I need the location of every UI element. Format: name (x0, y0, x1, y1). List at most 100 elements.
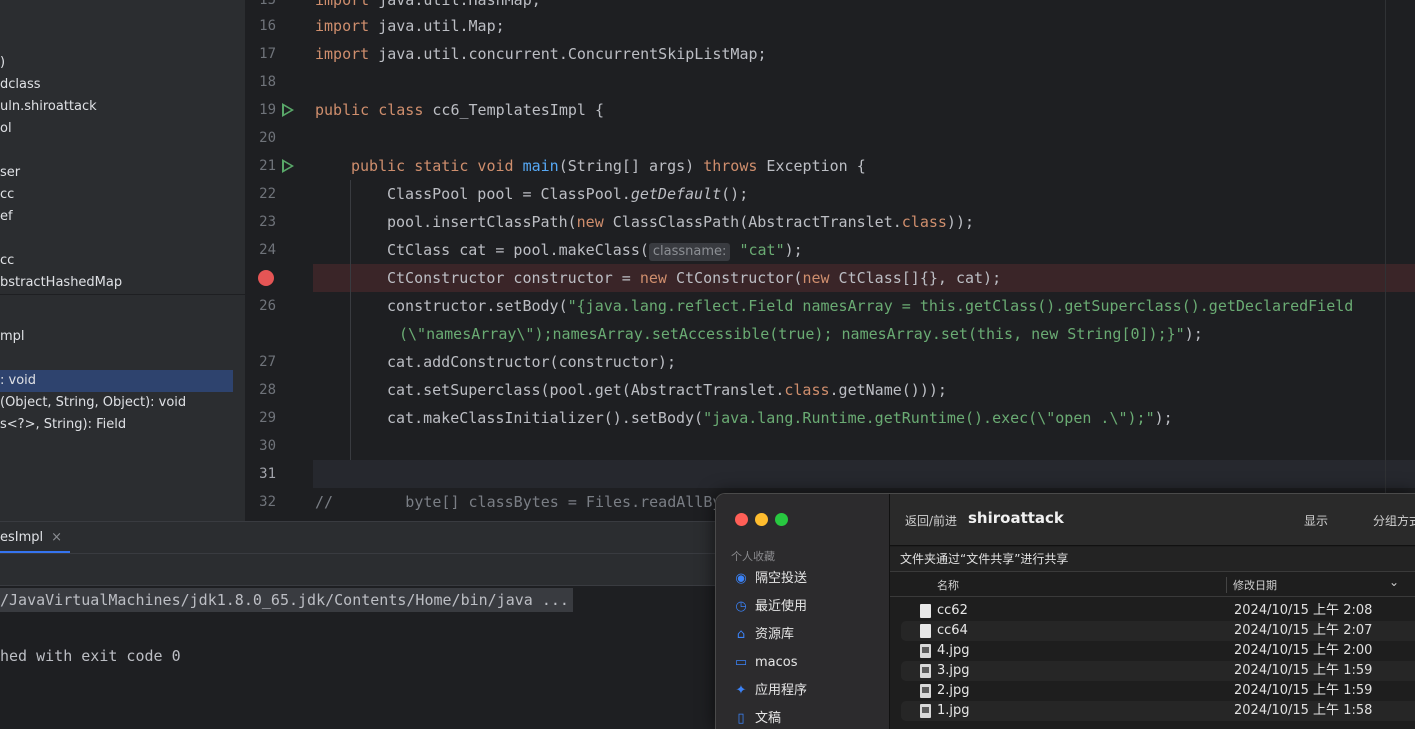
image-file-icon (920, 644, 931, 658)
tree-item[interactable]: bstractHashedMap (0, 272, 122, 294)
column-name-header[interactable]: 名称 (937, 577, 959, 593)
line-number: 22 (259, 186, 276, 202)
current-line-highlight (313, 460, 1415, 488)
code-token: ClassPool pool = ClassPool. (387, 185, 631, 203)
code-token: java.util.Map; (369, 17, 505, 35)
code-token: new (639, 269, 667, 287)
file-sharing-banner: 文件夹通过“文件共享”进行共享 (890, 547, 1415, 571)
sidebar-item-airdrop[interactable]: ◉ 隔空投送 (734, 569, 807, 589)
tree-item[interactable]: ol (0, 118, 12, 140)
code-token: java.util.concurrent.ConcurrentSkipListM… (369, 45, 767, 63)
tree-item[interactable]: uln.shiroattack (0, 96, 97, 118)
file-name: 1.jpg (937, 703, 970, 718)
chevron-down-icon[interactable]: ⌄ (1389, 575, 1399, 589)
line-number: 24 (259, 242, 276, 258)
editor-gutter[interactable]: 15 16 17 18 19 20 21 22 23 24 26 27 28 2… (246, 0, 313, 521)
zoom-window-button[interactable] (775, 513, 788, 526)
sidebar-item-library[interactable]: ⌂ 资源库 (734, 625, 794, 645)
tree-item[interactable]: ) (0, 52, 5, 74)
line-number: 21 (259, 158, 276, 174)
code-token: cat.makeClassInitializer().setBody( (387, 409, 704, 427)
code-token: "cat" (739, 241, 785, 259)
code-token: constructor.setBody( (387, 297, 568, 315)
tree-item-label: ef (0, 209, 13, 224)
file-row[interactable]: 3.jpg 2024/10/15 上午 1:59 (901, 661, 1415, 681)
code-line-comment: // byte[] classBytes = Files.readAllBy (315, 493, 722, 511)
close-icon[interactable]: × (51, 530, 62, 545)
code-token: class (901, 213, 947, 231)
minimize-window-button[interactable] (755, 513, 768, 526)
code-token: ); (1184, 325, 1203, 343)
line-number: 28 (259, 382, 276, 398)
code-line: cat.addConstructor(constructor); (387, 348, 676, 376)
structure-item-selected[interactable]: : void (0, 370, 233, 392)
close-window-button[interactable] (735, 513, 748, 526)
file-row[interactable]: 2.jpg 2024/10/15 上午 1:59 (901, 681, 1415, 701)
tree-item[interactable]: ser (0, 162, 20, 184)
file-row[interactable]: 1.jpg 2024/10/15 上午 1:58 (901, 701, 1415, 721)
sidebar-item-recents[interactable]: ◷ 最近使用 (734, 597, 807, 617)
code-token: Exception { (757, 157, 866, 175)
console-command-line[interactable]: /JavaVirtualMachines/jdk1.8.0_65.jdk/Con… (0, 588, 573, 612)
image-file-icon (920, 664, 931, 678)
code-token: cat.setSuperclass(pool.get(AbstractTrans… (387, 381, 785, 399)
run-tab[interactable]: esImpl × (0, 522, 71, 553)
file-name: 3.jpg (937, 663, 970, 678)
structure-item[interactable]: mpl (0, 326, 25, 348)
sidebar-item-label: 文稿 (755, 711, 782, 726)
file-row[interactable]: 4.jpg 2024/10/15 上午 2:00 (901, 641, 1415, 661)
code-token: throws (703, 157, 758, 175)
run-class-icon[interactable] (282, 103, 294, 117)
console-exit-message: hed with exit code 0 (0, 647, 181, 665)
sidebar-item-macos[interactable]: ▭ macos (734, 653, 798, 673)
sidebar-item-applications[interactable]: ✦ 应用程序 (734, 681, 807, 701)
disk-icon: ▭ (734, 655, 748, 670)
code-token: main (522, 157, 559, 175)
tree-item-label: bstractHashedMap (0, 275, 123, 290)
column-date-header[interactable]: 修改日期 (1233, 577, 1277, 593)
code-token: cat.addConstructor(constructor); (387, 353, 676, 371)
file-date: 2024/10/15 上午 1:58 (1234, 703, 1373, 718)
line-number: 20 (259, 130, 276, 146)
sidebar-item-documents[interactable]: ▯ 文稿 (734, 709, 781, 729)
favorites-title: 个人收藏 (731, 550, 775, 563)
image-file-icon (920, 704, 931, 718)
code-line: CtClass cat = pool.makeClass(classname: … (387, 236, 803, 264)
code-token: getDefault (630, 185, 722, 203)
finder-main: 返回/前进 shiroattack 显示 分组方式 文件夹通过“文件共享”进行共… (890, 494, 1415, 729)
tree-item[interactable]: cc (0, 184, 14, 206)
tree-item[interactable]: cc (0, 250, 14, 272)
code-line: cat.makeClassInitializer().setBody("java… (387, 404, 1173, 432)
structure-item[interactable]: s<?>, String): Field (0, 414, 126, 436)
code-token: (); (721, 185, 749, 203)
code-token: CtClass[]{}, cat); (829, 269, 1002, 287)
view-button[interactable]: 显示 (1304, 512, 1328, 529)
file-row[interactable]: cc62 2024/10/15 上午 2:08 (901, 601, 1415, 621)
code-token: class (784, 381, 830, 399)
column-divider[interactable] (1226, 577, 1227, 593)
code-token: new (576, 213, 604, 231)
file-row[interactable]: cc64 2024/10/15 上午 2:07 (901, 621, 1415, 641)
tree-item-label: ol (0, 121, 12, 136)
code-token: .getName())); (829, 381, 947, 399)
code-line: public static void main(String[] args) t… (351, 152, 866, 180)
sidebar-item-label: macos (755, 655, 798, 670)
panel-divider[interactable] (0, 294, 246, 295)
document-icon (920, 604, 931, 618)
image-file-icon (920, 684, 931, 698)
tree-item-label: cc (0, 187, 15, 202)
structure-item[interactable]: (Object, String, Object): void (0, 392, 186, 414)
run-main-icon[interactable] (282, 159, 294, 173)
tree-item[interactable]: dclass (0, 74, 41, 96)
file-date: 2024/10/15 上午 2:07 (1234, 623, 1373, 638)
breakpoint-icon[interactable] (258, 270, 274, 286)
code-editor[interactable]: import java.util.HashMap; import java.ut… (313, 0, 1415, 521)
file-date: 2024/10/15 上午 1:59 (1234, 683, 1373, 698)
line-number: 18 (259, 74, 276, 90)
tree-item-label: dclass (0, 77, 41, 92)
tree-item[interactable]: ef (0, 206, 13, 228)
finder-window: 个人收藏 ◉ 隔空投送 ◷ 最近使用 ⌂ 资源库 ▭ macos ✦ 应用程序 ▯ 文稿 返… (715, 493, 1415, 729)
back-forward-button[interactable]: 返回/前进 (905, 512, 957, 529)
line-number-current: 31 (259, 466, 276, 482)
group-by-button[interactable]: 分组方式 (1373, 512, 1415, 529)
